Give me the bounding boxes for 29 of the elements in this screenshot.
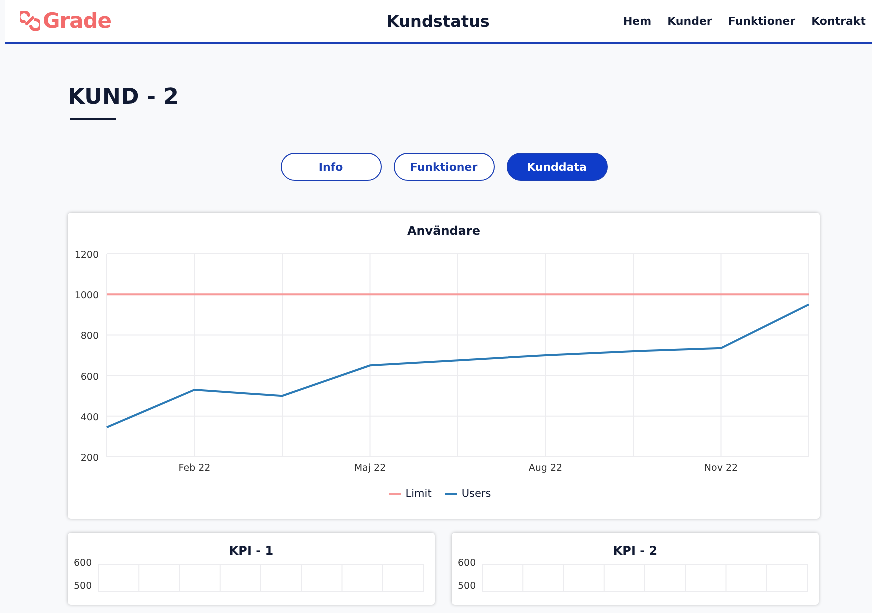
nav-link[interactable]: Funktioner (728, 14, 796, 28)
chart-title: Användare (406, 224, 482, 238)
page-title: Kundstatus (387, 12, 490, 30)
nav-link[interactable]: Kunder (668, 14, 712, 28)
legend-label: Users (462, 488, 492, 500)
y-axis-label: 800 (80, 331, 99, 342)
x-axis-label: Nov 22 (704, 463, 738, 474)
y-axis-label: 400 (80, 412, 99, 424)
x-axis-label: Aug 22 (528, 463, 563, 474)
chart-title: KPI - 1 (228, 544, 275, 558)
y-axis-label: 600 (458, 558, 476, 569)
tab[interactable]: Info (280, 153, 382, 181)
customer-heading: KUND - 2 (68, 84, 180, 112)
y-axis-label: 1000 (74, 290, 99, 302)
x-axis-label: Feb 22 (178, 463, 211, 474)
legend-label: Limit (406, 488, 432, 500)
y-axis-label: 500 (74, 581, 92, 592)
logo-icon (20, 11, 40, 31)
tab[interactable]: Funktioner (394, 153, 494, 181)
y-axis-label: 600 (74, 558, 92, 569)
chart-title: KPI - 2 (612, 544, 659, 558)
y-axis-label: 1200 (74, 250, 99, 261)
x-axis-label: Maj 22 (354, 463, 386, 474)
tab[interactable]: Kunddata (506, 153, 608, 181)
y-axis-label: 200 (80, 453, 99, 464)
nav-link[interactable]: Kontrakt (812, 14, 866, 28)
nav-link[interactable]: Hem (623, 14, 652, 28)
y-axis-label: 600 (80, 372, 99, 383)
y-axis-label: 500 (458, 581, 476, 592)
